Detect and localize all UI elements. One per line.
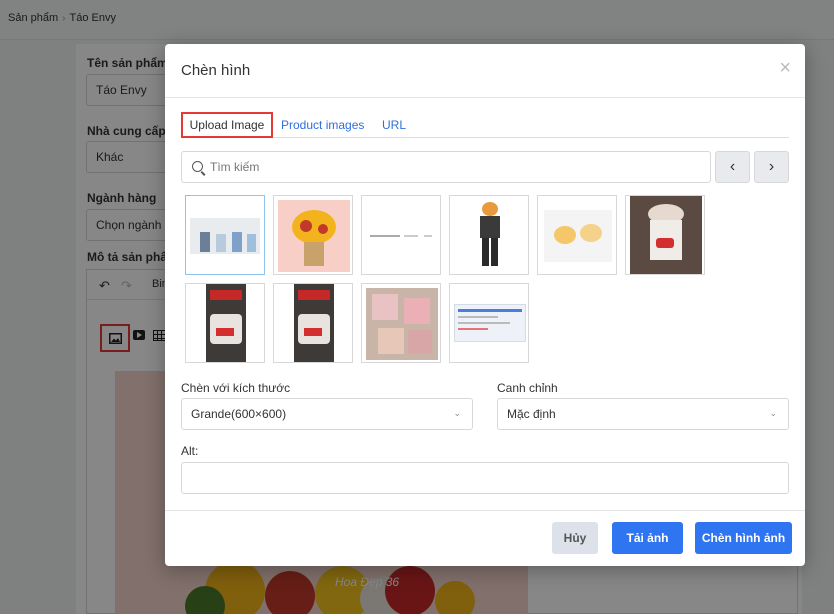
close-icon[interactable]: ×: [779, 58, 791, 78]
chevron-left-icon: ‹: [729, 158, 736, 175]
anime-figure-thumbnail[interactable]: [449, 195, 529, 275]
perfume-bottles-thumbnail[interactable]: [185, 195, 265, 275]
image-search-box: [181, 151, 711, 183]
image-source-tabs: Upload Image Product images URL: [181, 112, 789, 138]
blank-document-thumbnail[interactable]: [361, 195, 441, 275]
next-page-button[interactable]: ›: [754, 151, 789, 183]
search-icon: [192, 161, 203, 172]
alt-label: Alt:: [181, 444, 199, 458]
chevron-right-icon: ›: [768, 158, 775, 175]
chevron-down-icon: ⌄: [769, 408, 777, 418]
size-select-value: Grande(600×600): [191, 407, 287, 421]
previous-page-button[interactable]: ‹: [715, 151, 750, 183]
size-select[interactable]: Grande(600×600) ⌄: [181, 398, 473, 430]
dialog-title: Chèn hình: [181, 62, 251, 79]
webpage-screenshot-thumbnail[interactable]: [449, 283, 529, 363]
alignment-select-value: Mặc định: [507, 407, 556, 421]
tab-upload-image[interactable]: Upload Image: [181, 112, 273, 138]
dessert-video-thumbnail-1[interactable]: [185, 283, 265, 363]
dessert-video-thumbnail-2[interactable]: [273, 283, 353, 363]
alignment-label: Canh chỉnh: [497, 381, 558, 395]
eyeshadow-palettes-thumbnail[interactable]: [361, 283, 441, 363]
chevron-down-icon: ⌄: [453, 408, 461, 418]
alignment-select[interactable]: Mặc định ⌄: [497, 398, 789, 430]
upload-image-button[interactable]: Tải ảnh: [612, 522, 683, 554]
image-search-input[interactable]: [210, 152, 700, 182]
alt-text-input[interactable]: [181, 462, 789, 494]
dialog-header: Chèn hình ×: [165, 44, 805, 98]
cartoon-cats-thumbnail[interactable]: [537, 195, 617, 275]
size-label: Chèn với kích thước: [181, 381, 291, 395]
cancel-button[interactable]: Hủy: [552, 522, 598, 554]
tab-url[interactable]: URL: [382, 112, 406, 138]
flower-basket-thumbnail[interactable]: [273, 195, 353, 275]
insert-image-confirm-button[interactable]: Chèn hình ảnh: [695, 522, 792, 554]
tab-product-images[interactable]: Product images: [281, 112, 364, 138]
dq-dessert-cup-thumbnail[interactable]: [625, 195, 705, 275]
insert-image-dialog: Chèn hình × Upload Image Product images …: [165, 44, 805, 566]
